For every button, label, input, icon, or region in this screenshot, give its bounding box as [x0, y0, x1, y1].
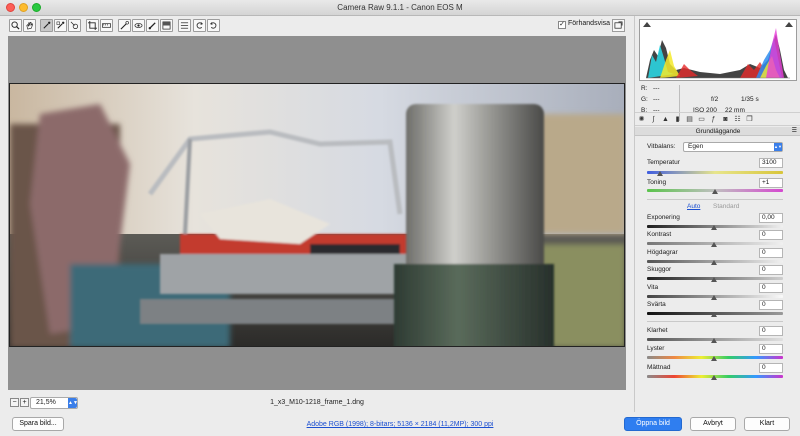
photo-render	[10, 84, 624, 346]
file-name: 1_x3_M10-1218_frame_1.dng	[270, 399, 364, 406]
tab-snapshots-icon[interactable]: ❐	[745, 115, 754, 124]
title-bar: Camera Raw 9.1.1 - Canon EOS M	[0, 0, 800, 16]
histogram	[639, 19, 797, 81]
readout-g: G: ---	[641, 96, 660, 103]
white-balance-tool-icon[interactable]	[40, 19, 53, 32]
tab-lens-icon[interactable]: ▭	[697, 115, 706, 124]
adjustment-panel: R: --- G: --- B: --- f/2 1/35 s ISO 200 22 …	[634, 16, 800, 412]
tab-hsl-icon[interactable]: ▮	[673, 115, 682, 124]
preview-checkbox[interactable]: ✓ Förhandsvisa	[558, 20, 610, 29]
wb-value: Egen	[688, 143, 704, 150]
divider	[647, 199, 783, 200]
tab-detail-icon[interactable]: ▲	[661, 115, 670, 124]
image-preview[interactable]	[9, 83, 625, 347]
graduated-filter-icon[interactable]	[160, 19, 173, 32]
tint-label: Toning	[647, 179, 667, 186]
clarity-slider-thumb[interactable]	[711, 338, 717, 343]
clarity-label: Klarhet	[647, 327, 668, 334]
spot-removal-tool-icon[interactable]	[118, 19, 131, 32]
contrast-field[interactable]: 0	[759, 230, 783, 240]
wb-label: Vitbalans:	[647, 143, 676, 150]
rotate-ccw-icon[interactable]	[193, 19, 206, 32]
divider	[647, 321, 783, 322]
exposure-field[interactable]: 0,00	[759, 213, 783, 223]
panel-menu-icon[interactable]: ☰	[792, 127, 797, 136]
histogram-graph	[646, 28, 790, 79]
saturation-slider-thumb[interactable]	[711, 375, 717, 380]
panel-tabs: ✺ ∫ ▲ ▮ ▤ ▭ ƒ ◙ ☷ ❐	[635, 112, 800, 126]
tab-camera-calibration-icon[interactable]: ◙	[721, 115, 730, 124]
shadow-clipping-icon[interactable]	[643, 22, 651, 27]
whites-slider-thumb[interactable]	[711, 295, 717, 300]
targeted-adjustment-tool-icon[interactable]	[68, 19, 81, 32]
red-eye-tool-icon[interactable]	[132, 19, 145, 32]
aperture-value: f/2	[711, 96, 719, 103]
tab-presets-icon[interactable]: ☷	[733, 115, 742, 124]
workflow-options-link[interactable]: Adobe RGB (1998); 8-bitars; 5136 × 2184 …	[200, 421, 600, 428]
section-title: Grundläggande	[695, 128, 741, 135]
tab-split-toning-icon[interactable]: ▤	[685, 115, 694, 124]
clarity-field[interactable]: 0	[759, 326, 783, 336]
tab-tone-curve-icon[interactable]: ∫	[649, 115, 658, 124]
contrast-label: Kontrast	[647, 231, 672, 238]
white-balance-select[interactable]: Egen ▲▼	[683, 142, 783, 152]
shadows-field[interactable]: 0	[759, 265, 783, 275]
zoom-tool-icon[interactable]	[9, 19, 22, 32]
temperature-field[interactable]: 3100	[759, 158, 783, 168]
section-header: Grundläggande ☰	[635, 127, 800, 136]
window-title: Camera Raw 9.1.1 - Canon EOS M	[337, 3, 463, 12]
saturation-field[interactable]: 0	[759, 363, 783, 373]
tab-effects-fx-icon[interactable]: ƒ	[709, 115, 718, 124]
blacks-label: Svärta	[647, 301, 666, 308]
tint-slider-thumb[interactable]	[712, 189, 718, 194]
blacks-slider-thumb[interactable]	[711, 312, 717, 317]
chevron-updown-icon: ▲▼	[774, 143, 782, 151]
shutter-value: 1/35 s	[741, 96, 759, 103]
highlights-label: Högdagrar	[647, 249, 678, 256]
adjustment-brush-icon[interactable]	[146, 19, 159, 32]
temperature-label: Temperatur	[647, 159, 680, 166]
preferences-icon[interactable]	[178, 19, 191, 32]
whites-field[interactable]: 0	[759, 283, 783, 293]
temperature-slider-thumb[interactable]	[657, 171, 663, 176]
hand-tool-icon[interactable]	[23, 19, 36, 32]
whites-label: Vita	[647, 284, 659, 291]
default-link[interactable]: Standard	[713, 203, 739, 210]
vibrance-field[interactable]: 0	[759, 344, 783, 354]
vibrance-slider-thumb[interactable]	[711, 356, 717, 361]
canvas-status-bar: − + 21,5% ▲▼ 1_x3_M10-1218_frame_1.dng	[8, 394, 626, 410]
rotate-cw-icon[interactable]	[207, 19, 220, 32]
preview-checkbox-box[interactable]: ✓	[558, 21, 566, 29]
fullscreen-toggle-button[interactable]	[612, 19, 625, 32]
open-image-button[interactable]: Öppna bild	[624, 417, 682, 431]
toolbar: ✓ Förhandsvisa	[0, 16, 634, 36]
auto-link[interactable]: Auto	[687, 203, 700, 210]
saturation-label: Mättnad	[647, 364, 671, 371]
blacks-field[interactable]: 0	[759, 300, 783, 310]
tab-basic-aperture-icon[interactable]: ✺	[637, 115, 646, 124]
shadows-label: Skuggor	[647, 266, 672, 273]
color-sampler-tool-icon[interactable]	[54, 19, 67, 32]
highlights-slider-thumb[interactable]	[711, 260, 717, 265]
save-image-button[interactable]: Spara bild...	[12, 417, 64, 431]
shadows-slider-thumb[interactable]	[711, 277, 717, 282]
done-button[interactable]: Klart	[744, 417, 790, 431]
highlight-clipping-icon[interactable]	[785, 22, 793, 27]
temperature-slider[interactable]	[647, 171, 783, 174]
preview-label: Förhandsvisa	[568, 20, 611, 27]
crop-tool-icon[interactable]	[86, 19, 99, 32]
dialog-footer: Spara bild... Adobe RGB (1998); 8-bitars…	[0, 414, 800, 436]
exposure-label: Exponering	[647, 214, 680, 221]
vibrance-label: Lyster	[647, 345, 665, 352]
exposure-slider-thumb[interactable]	[711, 225, 717, 230]
cancel-button[interactable]: Avbryt	[690, 417, 736, 431]
straighten-tool-icon[interactable]	[100, 19, 113, 32]
contrast-slider-thumb[interactable]	[711, 242, 717, 247]
tint-field[interactable]: +1	[759, 178, 783, 188]
highlights-field[interactable]: 0	[759, 248, 783, 258]
camera-raw-window: Camera Raw 9.1.1 - Canon EOS M ✓ Förhands…	[0, 0, 800, 436]
readout-r: R: ---	[641, 85, 660, 92]
